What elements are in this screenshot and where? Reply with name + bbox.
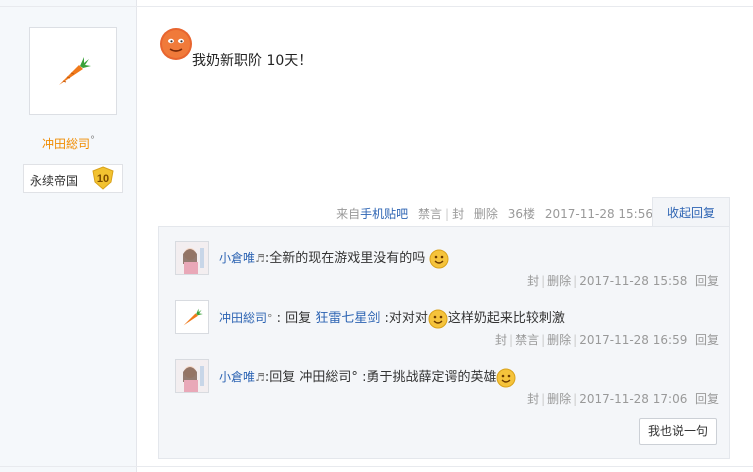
separator: | [541,333,546,347]
post-tail: 来自手机贴吧 禁言 | 封 删除 36楼 2017-11-28 15:56 [336,205,653,222]
delete-link[interactable]: 删除 [547,392,571,406]
seal-link[interactable]: 封 [527,274,539,288]
reply-time: 2017-11-28 16:59 [579,333,688,347]
reply-to-user: 冲田総司° [295,370,358,385]
carrot-icon [59,57,91,85]
reply-text: 小倉唯♬:回复 冲田総司° :勇于挑战薛定谔的英雄 [219,366,516,388]
badge-name: 永续帝国 [30,174,79,188]
level-shield-icon: 10 [92,166,114,190]
add-reply-button[interactable]: 我也说一句 [639,418,717,445]
delete-link[interactable]: 删除 [547,274,571,288]
separator: | [573,274,578,288]
post-emoji [159,27,193,64]
seal-link[interactable]: 封 [452,207,464,221]
separator: | [573,392,578,406]
smile-emoji-icon [496,368,516,387]
reply-time: 2017-11-28 15:58 [579,274,688,288]
reply-body: :勇于挑战薛定谔的英雄 [357,370,497,385]
separator: | [509,333,514,347]
smile-emoji-icon [428,309,448,328]
reply-user[interactable]: 小倉唯 [219,370,255,384]
reply-avatar[interactable] [175,359,209,393]
girl-avatar-icon [176,360,208,392]
reply-tail: 封 | 删除 | 2017-11-28 17:06 回复 [527,390,719,407]
reply-tail: 封 | 禁言 | 删除 | 2017-11-28 16:59 回复 [495,331,719,348]
user-name-suffix: ° [90,135,95,146]
user-badge[interactable]: 永续帝国 10 [23,164,123,193]
separator: | [445,207,450,221]
face-emoji-icon [160,28,192,60]
smile-emoji-icon [429,249,449,268]
collapse-replies-button[interactable]: 收起回复 [652,197,730,228]
delete-link[interactable]: 删除 [547,333,571,347]
badge-level: 10 [97,173,109,185]
reply-prefix: 回复 [285,311,312,326]
reply-user[interactable]: 小倉唯 [219,251,255,265]
ban-link[interactable]: 禁言 [418,207,442,221]
top-divider [0,6,753,7]
reply-link[interactable]: 回复 [695,274,719,288]
reply-link[interactable]: 回复 [695,392,719,406]
reply-body: 全新的现在游戏里没有的吗 [269,251,426,266]
delete-link[interactable]: 删除 [474,207,498,221]
seal-link[interactable]: 封 [527,392,539,406]
colon: : [272,311,286,326]
reply-to-user[interactable]: 狂雷七星剑 [315,311,380,326]
reply-tail: 封 | 删除 | 2017-11-28 15:58 回复 [527,272,719,289]
ban-link[interactable]: 禁言 [515,333,539,347]
post-content: 我奶新职阶 10天！ [192,53,313,69]
separator: | [541,274,546,288]
separator [538,207,542,221]
reply-text: 小倉唯♬:全新的现在游戏里没有的吗 [219,247,449,269]
reply-time: 2017-11-28 17:06 [579,392,688,406]
reply-text: 冲田総司° : 回复 狂雷七星剑 :对对对 这样奶起来比较刺激 [219,307,565,329]
user-suffix: ♬ [255,252,265,265]
user-name-text[interactable]: 冲田総司 [42,137,90,151]
reply-panel: 小倉唯♬:全新的现在游戏里没有的吗 封 | 删除 | 2017-11-28 15:58 … [158,226,730,459]
reply-avatar[interactable] [175,241,209,275]
separator: | [541,392,546,406]
separator: | [573,333,578,347]
separator [411,207,415,221]
separator [501,207,505,221]
girl-avatar-icon [176,242,208,274]
user-avatar[interactable] [29,27,117,115]
separator [467,207,471,221]
floor-number: 36楼 [507,207,536,221]
bottom-divider [0,466,753,467]
reply-avatar[interactable] [175,300,209,334]
carrot-icon [183,308,203,326]
user-suffix: ♬ [255,371,265,384]
reply-user[interactable]: 冲田総司 [219,311,267,325]
source-prefix: 来自 [336,207,361,221]
source-link[interactable]: 手机贴吧 [360,207,408,221]
reply-prefix: 回复 [269,370,296,385]
post-time: 2017-11-28 15:56 [544,207,653,221]
user-name[interactable]: 冲田総司° [0,135,137,152]
seal-link[interactable]: 封 [495,333,507,347]
reply-link[interactable]: 回复 [695,333,719,347]
reply-body: :对对对 [380,311,428,326]
reply-body-continued: 这样奶起来比较刺激 [447,311,565,326]
